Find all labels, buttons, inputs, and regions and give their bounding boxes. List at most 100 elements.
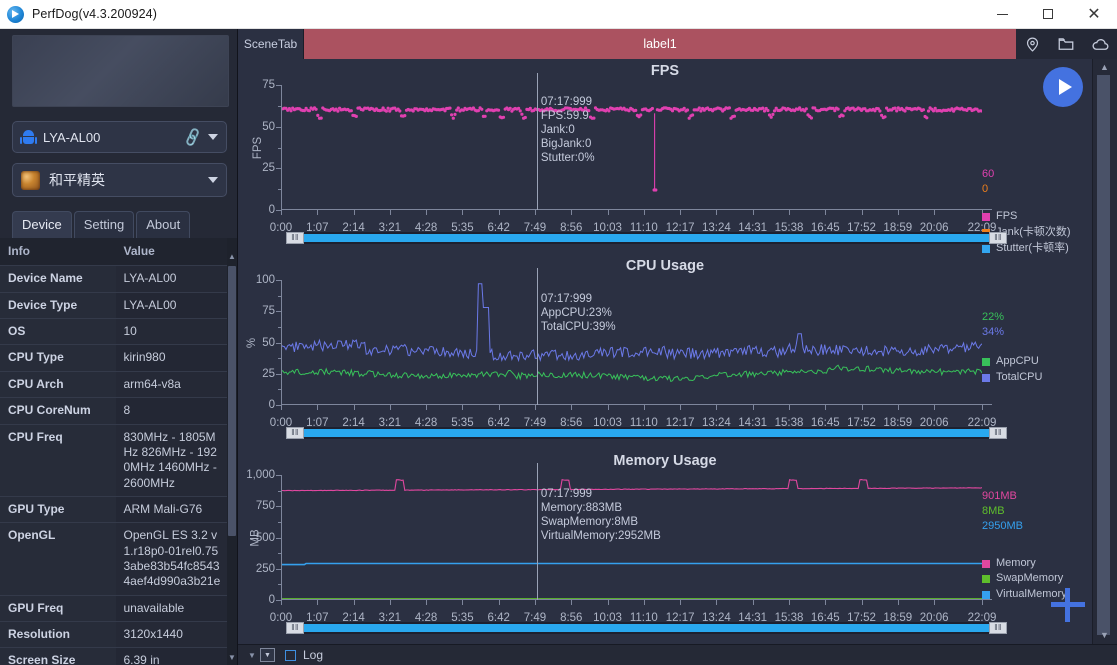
legend-value: 8MB: [982, 504, 1084, 519]
log-expand-button[interactable]: ▼: [260, 648, 275, 662]
cell-value: LYA-AL00: [116, 292, 232, 318]
scroll-up-icon[interactable]: ▲: [228, 252, 236, 262]
timeline-grip-right[interactable]: ‖‖: [989, 622, 1007, 634]
legend-label: TotalCPU: [996, 370, 1042, 386]
tab-setting[interactable]: Setting: [74, 211, 134, 238]
cursor-line-cpu[interactable]: [537, 268, 538, 405]
x-tick-mark: [426, 600, 427, 605]
x-tick-mark: [281, 405, 282, 410]
charts-region: FPS FPS 07:17:999FPS:59.9Jank:0BigJank:0…: [238, 59, 1117, 644]
y-tick-mark: [276, 538, 281, 539]
sidebar-scroll-thumb[interactable]: [228, 266, 236, 536]
y-tick-label: 750: [256, 500, 275, 512]
device-selector[interactable]: LYA-AL00 🔗: [12, 121, 227, 153]
cell-info: OpenGL: [0, 523, 116, 595]
location-pin-icon[interactable]: [1021, 32, 1045, 56]
legend-swatch-icon: [982, 358, 990, 366]
readout-cpu: 07:17:999AppCPU:23%TotalCPU:39%: [541, 292, 616, 334]
legend-swatch-icon: [982, 560, 990, 568]
y-tick-mark: [276, 127, 281, 128]
plot-area-fps[interactable]: FPS 07:17:999FPS:59.9Jank:0BigJank:0Stut…: [281, 85, 982, 210]
add-chart-button[interactable]: [1051, 588, 1085, 622]
x-tick-mark: [680, 405, 681, 410]
maximize-button[interactable]: [1025, 0, 1071, 29]
x-tick-mark: [281, 210, 282, 215]
legend-item[interactable]: TotalCPU: [982, 370, 1084, 386]
chart-title-fps: FPS: [238, 63, 1092, 79]
y-minor-tick: [278, 327, 281, 328]
readout-line: SwapMemory:8MB: [541, 515, 661, 529]
timeline-scrollbar-memory[interactable]: ‖‖ ‖‖: [286, 622, 1007, 634]
table-row: OS10: [0, 319, 231, 345]
device-info-table: Info Value Device NameLYA-AL00Device Typ…: [0, 238, 231, 665]
scroll-down-icon[interactable]: ▼: [1098, 630, 1111, 640]
x-tick-mark: [789, 405, 790, 410]
tab-about[interactable]: About: [136, 211, 190, 238]
y-tick-label: 75: [262, 305, 275, 317]
cell-info: GPU Type: [0, 496, 116, 522]
cursor-line-memory[interactable]: [537, 463, 538, 600]
tab-label1[interactable]: label1: [304, 29, 1016, 59]
legend-item[interactable]: FPS: [982, 209, 1084, 225]
plot-area-memory[interactable]: MB 07:17:999Memory:883MBSwapMemory:8MBVi…: [281, 475, 982, 600]
cell-value: 8: [116, 398, 232, 424]
timeline-grip-right[interactable]: ‖‖: [989, 427, 1007, 439]
x-tick-mark: [608, 600, 609, 605]
table-header-row: Info Value: [0, 238, 231, 266]
legend-item[interactable]: Memory: [982, 556, 1084, 572]
scene-toolbar: [1016, 29, 1117, 59]
legend-item[interactable]: SwapMemory: [982, 571, 1084, 587]
chevron-down-icon[interactable]: [208, 134, 218, 140]
column-header-info: Info: [0, 238, 116, 266]
x-tick-mark: [281, 600, 282, 605]
panel-collapse-icon[interactable]: ▼: [244, 651, 260, 660]
folder-icon[interactable]: [1054, 32, 1078, 56]
cursor-line-fps[interactable]: [537, 73, 538, 210]
plot-area-cpu[interactable]: % 07:17:999AppCPU:23%TotalCPU:39% 025507…: [281, 280, 982, 405]
chevron-down-icon[interactable]: [208, 177, 218, 183]
tab-device[interactable]: Device: [12, 211, 72, 238]
x-tick-mark: [571, 210, 572, 215]
legend-item[interactable]: AppCPU: [982, 354, 1084, 370]
cell-info: Device Type: [0, 292, 116, 318]
app-selector[interactable]: 和平精英: [12, 163, 227, 197]
sidebar-scrollbar[interactable]: ▲ ▼: [227, 238, 237, 665]
tab-scenetab[interactable]: SceneTab: [238, 29, 304, 59]
timeline-grip-left[interactable]: ‖‖: [286, 622, 304, 634]
chart-memory: Memory Usage MB 07:17:999Memory:883MBSwa…: [238, 449, 1092, 644]
chart-title-memory: Memory Usage: [238, 453, 1092, 469]
scroll-down-icon[interactable]: ▼: [228, 653, 236, 663]
table-row: Device TypeLYA-AL00: [0, 292, 231, 318]
scroll-up-icon[interactable]: ▲: [1098, 62, 1111, 72]
scene-tab-bar: SceneTab label1: [238, 29, 1117, 59]
chart-fps: FPS FPS 07:17:999FPS:59.9Jank:0BigJank:0…: [238, 59, 1092, 254]
y-tick-mark: [276, 475, 281, 476]
timeline-grip-left[interactable]: ‖‖: [286, 232, 304, 244]
usb-link-icon[interactable]: 🔗: [182, 126, 205, 148]
timeline-scrollbar-cpu[interactable]: ‖‖ ‖‖: [286, 427, 1007, 439]
app-selector-label: 和平精英: [49, 170, 202, 190]
charts-scroll-thumb[interactable]: [1097, 75, 1110, 635]
device-preview-panel: [12, 35, 229, 107]
x-axis-line: [281, 404, 992, 405]
y-tick-mark: [276, 506, 281, 507]
timeline-grip-left[interactable]: ‖‖: [286, 427, 304, 439]
table-row: Device NameLYA-AL00: [0, 266, 231, 292]
cloud-icon[interactable]: [1088, 32, 1112, 56]
x-tick-mark: [789, 600, 790, 605]
log-checkbox[interactable]: [285, 650, 296, 661]
charts-scrollbar[interactable]: ▲ ▼: [1092, 59, 1117, 644]
timeline-grip-right[interactable]: ‖‖: [989, 232, 1007, 244]
x-tick-mark: [608, 405, 609, 410]
timeline-scrollbar-fps[interactable]: ‖‖ ‖‖: [286, 232, 1007, 244]
x-tick-mark: [499, 405, 500, 410]
x-tick-mark: [934, 210, 935, 215]
minimize-button[interactable]: [979, 0, 1025, 29]
x-tick-mark: [753, 600, 754, 605]
close-button[interactable]: ✕: [1071, 0, 1117, 29]
legend-memory: 901MB8MB2950MBMemorySwapMemoryVirtualMem…: [982, 489, 1084, 603]
table-row: GPU TypeARM Mali-G76: [0, 496, 231, 522]
y-tick-label: 50: [262, 121, 275, 133]
start-record-button[interactable]: [1043, 67, 1083, 107]
readout-memory: 07:17:999Memory:883MBSwapMemory:8MBVirtu…: [541, 487, 661, 543]
